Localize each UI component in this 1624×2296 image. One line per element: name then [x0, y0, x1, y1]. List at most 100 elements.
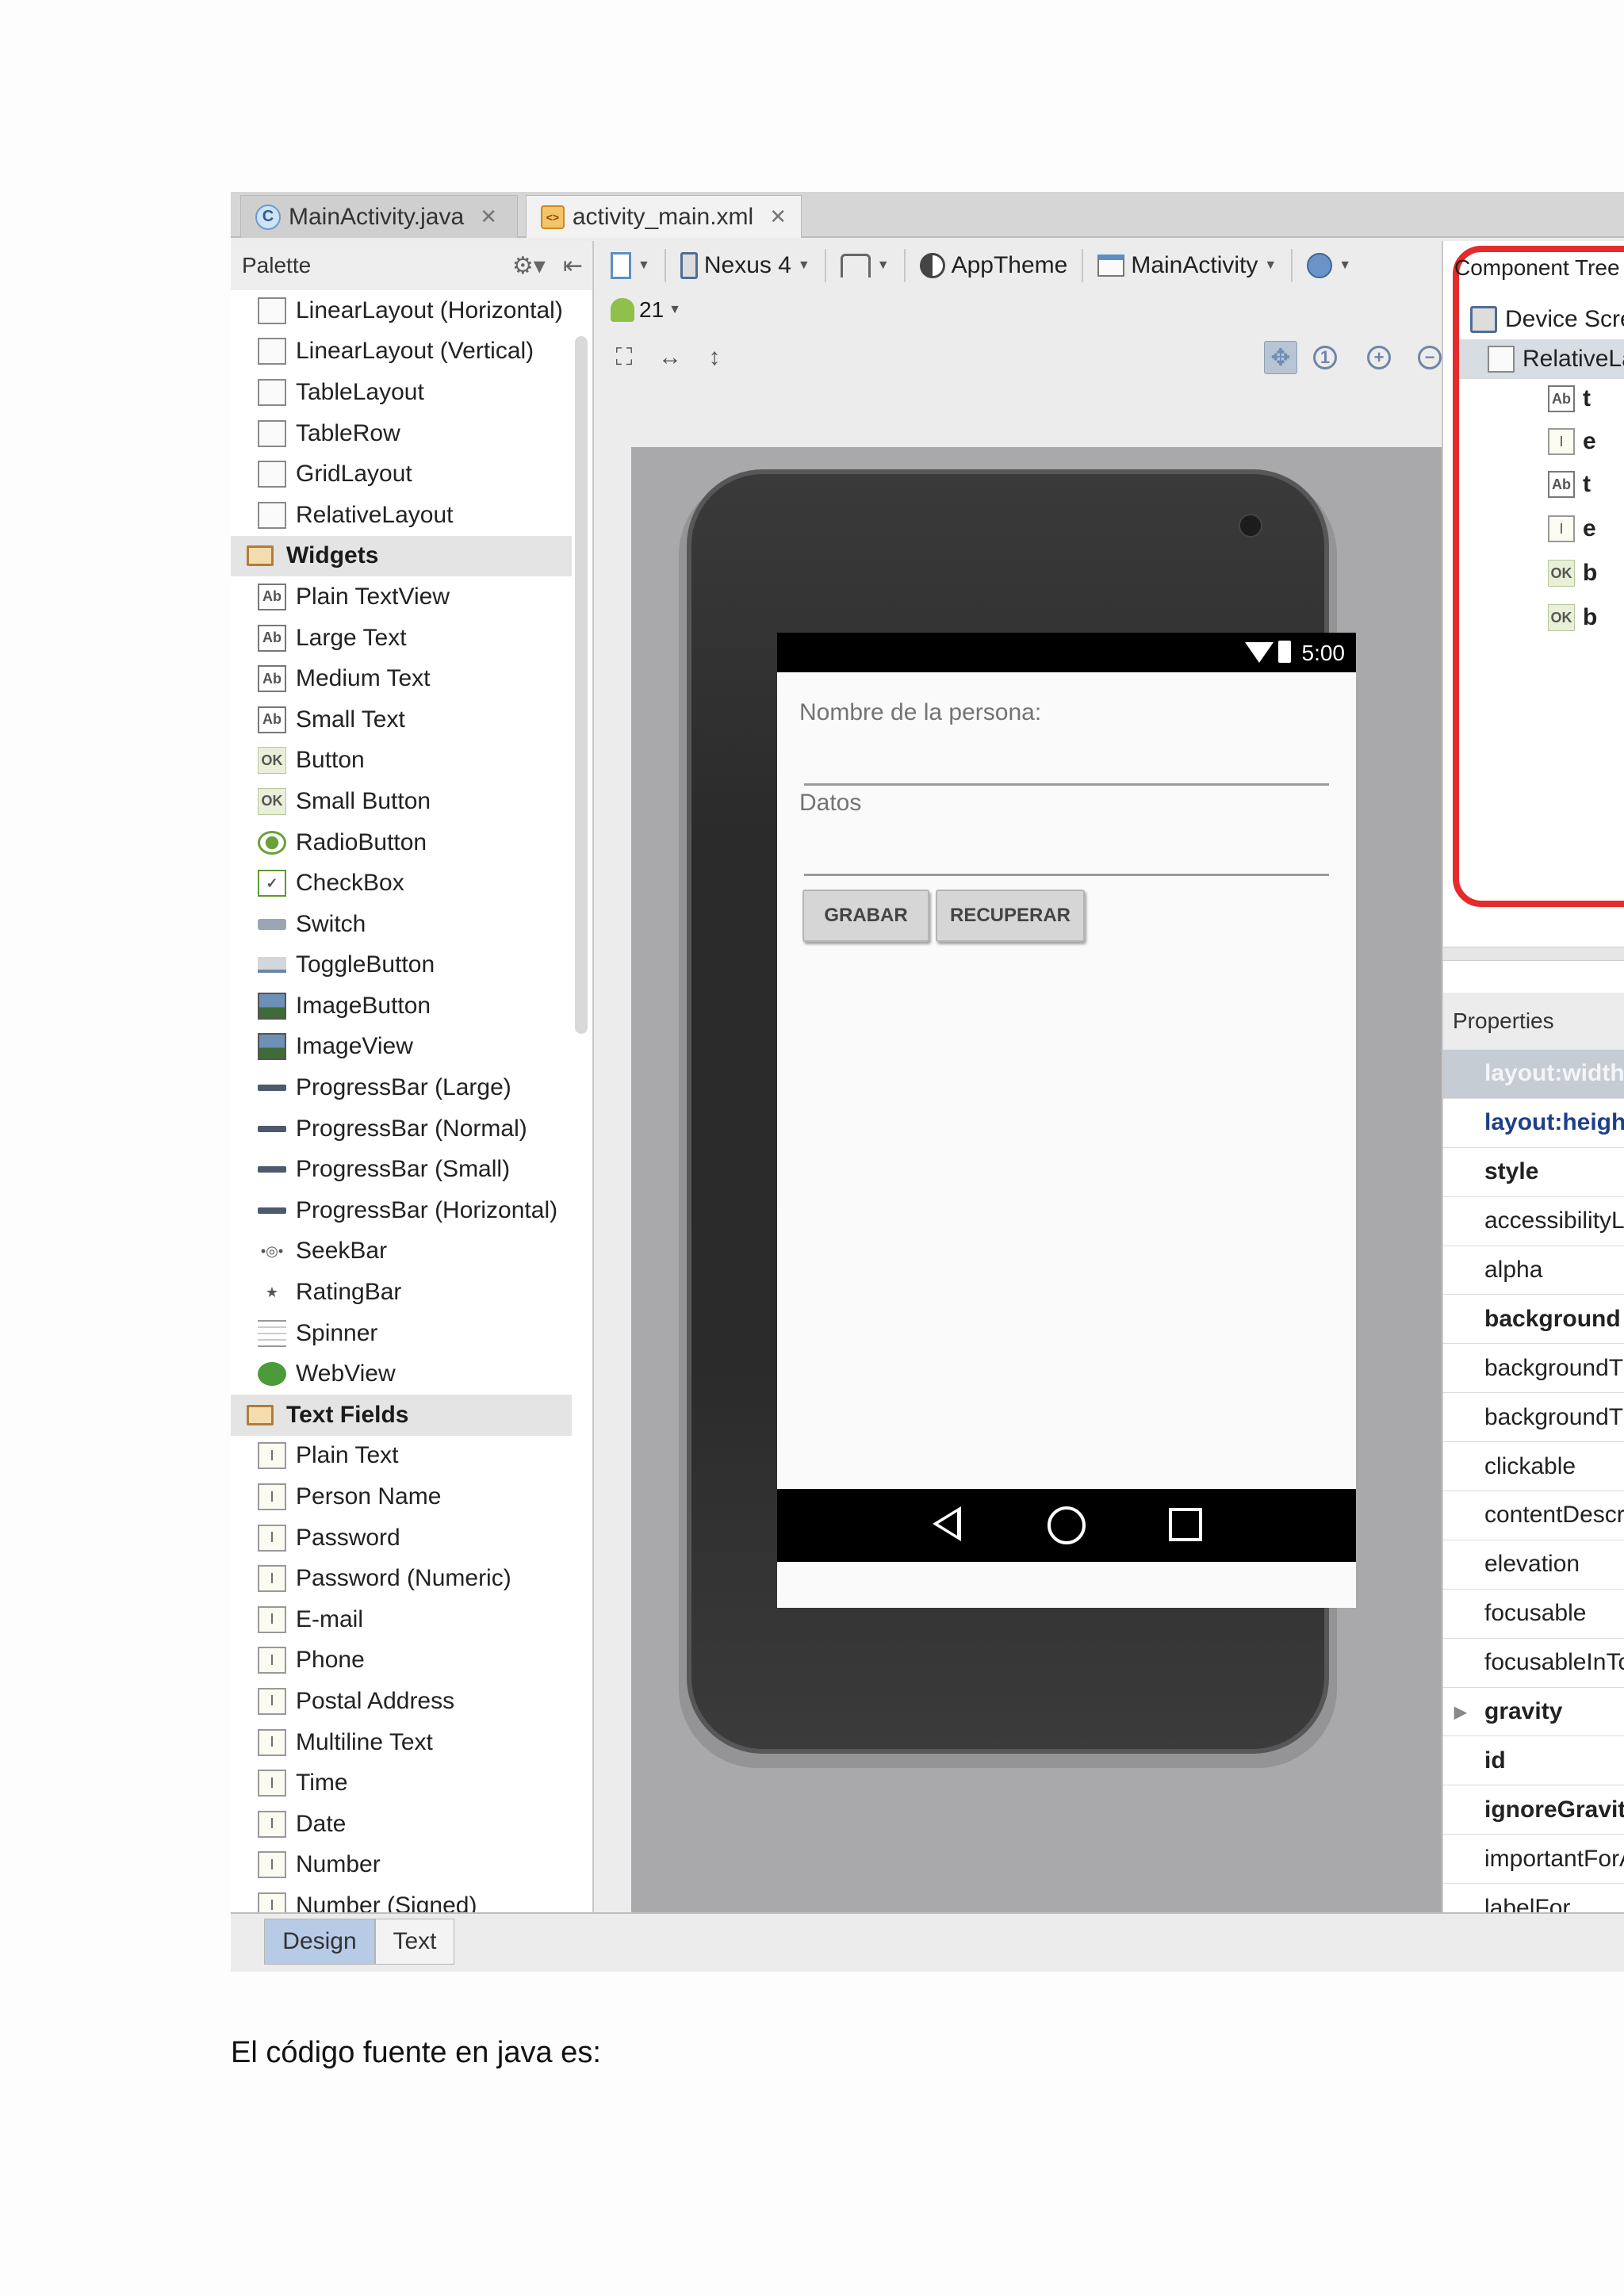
palette-item[interactable]: ProgressBar (Small): [231, 1149, 572, 1190]
palette-item[interactable]: Switch: [231, 904, 572, 945]
gear-icon[interactable]: ⚙▾: [512, 252, 546, 280]
palette-item[interactable]: I E-mail: [231, 1599, 572, 1640]
property-row[interactable]: accessibilityLiveRegion: [1443, 1197, 1624, 1246]
palette-item[interactable]: Ab Medium Text: [231, 658, 572, 699]
expand-arrow-icon[interactable]: ▶: [1454, 1702, 1466, 1722]
palette-item[interactable]: RadioButton: [231, 822, 572, 863]
fit-screen-icon[interactable]: ⛶: [607, 341, 641, 374]
property-row[interactable]: labelFor: [1443, 1884, 1624, 1912]
palette-item[interactable]: ToggleButton: [231, 945, 572, 986]
locale-dropdown[interactable]: ▼: [1307, 253, 1351, 278]
tree-node[interactable]: Device Screen: [1470, 300, 1624, 339]
property-row[interactable]: layout:height: [1443, 1099, 1624, 1148]
property-row[interactable]: id: [1443, 1736, 1624, 1786]
close-icon[interactable]: ✕: [769, 205, 787, 229]
property-row[interactable]: clickable: [1443, 1442, 1624, 1492]
palette-item[interactable]: TableLayout: [231, 372, 572, 413]
palette-item[interactable]: I Multiline Text: [231, 1722, 572, 1763]
property-row[interactable]: ▶ gravity: [1443, 1688, 1624, 1737]
palette-item[interactable]: I Number: [231, 1845, 572, 1886]
palette-item[interactable]: TableRow: [231, 413, 572, 454]
palette-item[interactable]: OK Small Button: [231, 781, 572, 822]
property-row[interactable]: ignoreGravity: [1443, 1785, 1624, 1835]
zoom-in-icon[interactable]: +: [1362, 341, 1396, 374]
property-row[interactable]: alpha: [1443, 1246, 1624, 1295]
name-edittext[interactable]: [804, 783, 1329, 786]
tree-node[interactable]: Ie: [1548, 422, 1596, 461]
palette-item[interactable]: GridLayout: [231, 453, 572, 495]
palette-item[interactable]: Spinner: [231, 1313, 572, 1354]
tree-node[interactable]: OK b: [1548, 598, 1597, 637]
palette-item[interactable]: ProgressBar (Horizontal): [231, 1190, 572, 1231]
tab-design[interactable]: Design: [264, 1919, 375, 1965]
palette-item[interactable]: Ab Large Text: [231, 618, 572, 659]
api-level-dropdown[interactable]: 21 ▼: [599, 290, 695, 330]
theme-button[interactable]: AppTheme: [919, 252, 1067, 279]
recuperar-button[interactable]: RECUPERAR: [936, 890, 1085, 942]
name-label[interactable]: Nombre de la persona:: [799, 699, 1041, 726]
palette-item[interactable]: OK Button: [231, 740, 572, 782]
property-row[interactable]: background: [1443, 1295, 1624, 1345]
palette-item[interactable]: ImageView: [231, 1027, 572, 1068]
layout-file-dropdown[interactable]: ▼: [611, 252, 650, 279]
design-canvas[interactable]: 5:00 Nombre de la persona: Datos GRABAR …: [631, 447, 1442, 1912]
palette-item[interactable]: I Plain Text: [231, 1436, 572, 1477]
tree-node[interactable]: RelativeLayout: [1459, 339, 1624, 379]
palette-category[interactable]: Widgets: [231, 535, 572, 577]
palette-item[interactable]: ImageButton: [231, 985, 572, 1027]
palette-item[interactable]: Ab Small Text: [231, 699, 572, 740]
close-icon[interactable]: ✕: [480, 205, 497, 229]
property-row[interactable]: backgroundTint: [1443, 1344, 1624, 1394]
palette-item[interactable]: LinearLayout (Horizontal): [231, 290, 572, 331]
palette-item[interactable]: •◎• SeekBar: [231, 1231, 572, 1272]
palette-category[interactable]: Text Fields: [231, 1395, 572, 1436]
palette-item[interactable]: Ab Plain TextView: [231, 576, 572, 618]
vertical-fill-icon[interactable]: ↕: [698, 341, 731, 374]
palette-item[interactable]: RelativeLayout: [231, 495, 572, 536]
palette-item[interactable]: WebView: [231, 1353, 572, 1395]
tree-node[interactable]: Ab t: [1548, 465, 1591, 504]
property-row[interactable]: backgroundTintMode: [1443, 1393, 1624, 1443]
palette-item[interactable]: I Date: [231, 1804, 572, 1845]
pane-splitter[interactable]: [1443, 947, 1624, 961]
tab-activity-main-xml[interactable]: <> activity_main.xml ✕: [526, 195, 802, 238]
tab-mainactivity-java[interactable]: C MainActivity.java ✕: [240, 195, 518, 238]
tab-text[interactable]: Text: [375, 1919, 454, 1965]
palette-item[interactable]: ★ RatingBar: [231, 1272, 572, 1313]
property-row[interactable]: layout:width: [1443, 1050, 1624, 1099]
device-label: Nexus 4: [703, 252, 791, 278]
tree-node[interactable]: Ab t: [1548, 379, 1591, 419]
datos-label[interactable]: Datos: [799, 790, 861, 817]
activity-dropdown[interactable]: MainActivity ▼: [1097, 252, 1277, 279]
horizontal-fill-icon[interactable]: ↔: [653, 341, 687, 374]
tree-node-label: t: [1583, 471, 1591, 497]
tree-node[interactable]: Ie: [1548, 509, 1596, 549]
palette-item[interactable]: I Postal Address: [231, 1681, 572, 1722]
datos-edittext[interactable]: [804, 874, 1329, 876]
palette-item[interactable]: I Phone: [231, 1640, 572, 1682]
palette-scrollbar[interactable]: [575, 336, 588, 1034]
property-row[interactable]: style: [1443, 1148, 1624, 1197]
property-row[interactable]: focusable: [1443, 1590, 1624, 1639]
grabar-button[interactable]: GRABAR: [802, 890, 929, 942]
pan-icon[interactable]: ✥: [1264, 341, 1297, 374]
collapse-icon[interactable]: ⇤: [563, 252, 583, 280]
property-row[interactable]: contentDescription: [1443, 1491, 1624, 1540]
zoom-actual-icon[interactable]: 1: [1308, 341, 1342, 374]
palette-item[interactable]: I Person Name: [231, 1476, 572, 1517]
property-row[interactable]: focusableInTouchMode: [1443, 1639, 1624, 1688]
property-row[interactable]: importantForAccessibility: [1443, 1835, 1624, 1885]
palette-item[interactable]: ✓ CheckBox: [231, 863, 572, 904]
palette-item[interactable]: I Time: [231, 1762, 572, 1804]
palette-item[interactable]: I Number (Signed): [231, 1885, 572, 1912]
palette-item[interactable]: LinearLayout (Vertical): [231, 331, 572, 373]
orientation-dropdown[interactable]: ▼: [840, 254, 890, 277]
property-row[interactable]: elevation: [1443, 1540, 1624, 1590]
textfield-icon: I: [258, 1728, 286, 1756]
palette-item[interactable]: ProgressBar (Large): [231, 1067, 572, 1108]
palette-item[interactable]: I Password (Numeric): [231, 1558, 572, 1599]
device-dropdown[interactable]: Nexus 4 ▼: [680, 252, 810, 279]
palette-item[interactable]: I Password: [231, 1517, 572, 1559]
palette-item[interactable]: ProgressBar (Normal): [231, 1108, 572, 1150]
tree-node[interactable]: OK b: [1548, 553, 1597, 593]
